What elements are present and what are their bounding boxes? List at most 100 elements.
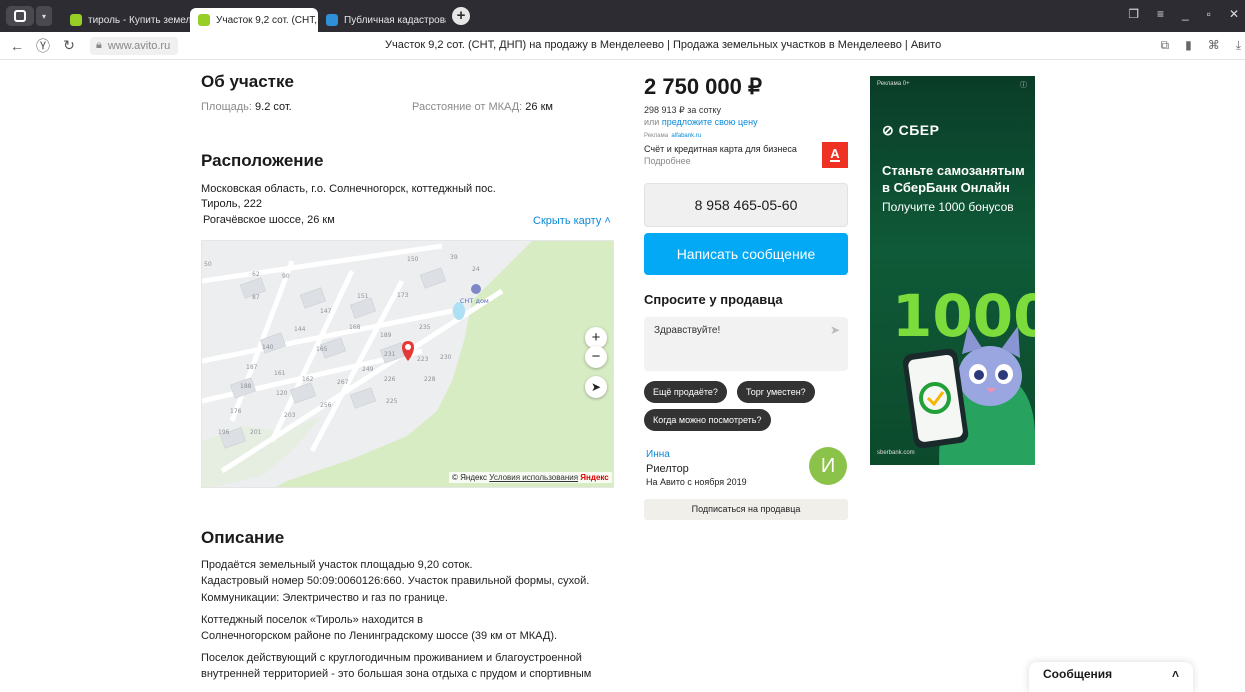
- tab-tirol-search[interactable]: тироль - Купить земельный: [62, 8, 190, 32]
- ask-seller-input[interactable]: Здравствуйте! ➤: [644, 317, 848, 371]
- tab-label: тироль - Купить земельный: [88, 14, 190, 26]
- description-line: внутренней территорией - это большая зон…: [201, 668, 592, 680]
- tab-dropdown-icon[interactable]: ▾: [36, 6, 52, 26]
- info-icon[interactable]: ⓘ: [1020, 80, 1027, 90]
- hide-map-link[interactable]: Скрыть карту ˄: [533, 215, 611, 227]
- svg-text:90: 90: [282, 273, 290, 280]
- svg-text:50: 50: [204, 261, 212, 268]
- close-window-icon[interactable]: ✕: [1229, 7, 1239, 21]
- svg-text:39: 39: [450, 254, 458, 261]
- chip-bargain[interactable]: Торг уместен?: [737, 381, 815, 403]
- seller-name-link[interactable]: Инна: [646, 449, 670, 460]
- distance-label: Расстояние от МКАД:: [412, 101, 523, 113]
- lock-icon: 🔒︎: [96, 39, 102, 51]
- write-message-button[interactable]: Написать сообщение: [644, 233, 848, 275]
- send-icon[interactable]: ➤: [830, 323, 840, 337]
- address-bar-actions: ⧉ ▮ ⌘ ⤓: [1161, 38, 1242, 53]
- description-line: Поселок действующий с круглогодичным про…: [201, 652, 582, 664]
- offer-price: или предложите свою цену: [644, 117, 758, 127]
- page-content: Об участке Площадь: 9.2 сот. Расстояние …: [0, 60, 1245, 692]
- svg-text:223: 223: [417, 356, 429, 363]
- subscribe-button[interactable]: Подписаться на продавца: [644, 499, 848, 520]
- map[interactable]: 50 62 90 87 147 151 173 144 168 189 235 …: [201, 240, 614, 488]
- chip-still-selling[interactable]: Ещё продаёте?: [644, 381, 727, 403]
- ad-more-link[interactable]: Подробнее: [644, 156, 691, 166]
- sber-ad-banner[interactable]: Реклама 0+ ⓘ ⊘ СБЕР Станьте самозанятым …: [870, 76, 1035, 465]
- new-tab-button[interactable]: +: [452, 7, 470, 25]
- url-field[interactable]: 🔒︎ www.avito.ru: [90, 36, 179, 55]
- sber-check-icon: ⊘: [882, 122, 895, 138]
- svg-text:168: 168: [349, 324, 361, 331]
- tab-label: Публичная кадастровая к: [344, 14, 446, 26]
- minimize-icon[interactable]: _: [1182, 7, 1189, 21]
- svg-text:176: 176: [230, 408, 242, 415]
- avito-favicon-icon: [70, 14, 82, 26]
- address-line-2: Тироль, 222: [201, 198, 262, 210]
- seller-role: Риелтор: [646, 463, 689, 475]
- geolocate-button[interactable]: ➤: [585, 376, 607, 398]
- bookmark-icon[interactable]: ▮: [1185, 38, 1192, 53]
- restore-icon[interactable]: ▫: [1207, 7, 1211, 21]
- banner-ad-tag: Реклама 0+: [877, 81, 910, 87]
- reload-icon[interactable]: ↻: [56, 37, 82, 54]
- chevron-up-icon[interactable]: ˄: [1172, 667, 1179, 687]
- area-value: 9.2 сот.: [255, 101, 292, 113]
- svg-text:120: 120: [276, 390, 288, 397]
- svg-text:267: 267: [337, 379, 349, 386]
- tabs-icon[interactable]: ⧉: [1161, 38, 1170, 53]
- ad-label: Реклама alfabank.ru: [644, 133, 701, 139]
- ad-text[interactable]: Счёт и кредитная карта для бизнеса: [644, 144, 797, 154]
- svg-text:235: 235: [419, 324, 431, 331]
- tab-uchastok[interactable]: Участок 9,2 сот. (СНТ, Д ✕: [190, 8, 318, 32]
- tab-cadastral-map[interactable]: Публичная кадастровая к: [318, 8, 446, 32]
- map-favicon-icon: [326, 14, 338, 26]
- phone-button[interactable]: 8 958 465-05-60: [644, 183, 848, 227]
- ad-domain[interactable]: alfabank.ru: [671, 133, 701, 139]
- svg-text:165: 165: [316, 346, 328, 353]
- download-icon[interactable]: ⤓: [1236, 38, 1241, 53]
- svg-text:173: 173: [397, 292, 409, 299]
- description-line: Коттеджный поселок «Тироль» находится в: [201, 614, 424, 626]
- map-terms-link[interactable]: Условия использования: [489, 473, 578, 482]
- offer-prefix: или: [644, 117, 660, 127]
- menu-icon[interactable]: ≡: [1157, 7, 1164, 21]
- banner-subline: Получите 1000 бонусов: [882, 200, 1014, 214]
- svg-text:256: 256: [320, 402, 332, 409]
- hide-map-label: Скрыть карту: [533, 215, 602, 227]
- map-brand: Яндекс: [580, 473, 609, 482]
- yandex-icon[interactable]: Ⓨ: [30, 36, 56, 56]
- svg-text:150: 150: [407, 256, 419, 263]
- description-line: Коммуникации: Электричество и газ по гра…: [201, 592, 448, 604]
- area-field: Площадь: 9.2 сот.: [201, 101, 292, 113]
- alfa-letter: А: [830, 146, 840, 161]
- svg-text:231: 231: [384, 351, 396, 358]
- map-snt-label: СНТ дом: [460, 297, 489, 305]
- zoom-out-button[interactable]: −: [585, 346, 607, 368]
- messages-panel[interactable]: Сообщения ˄: [1029, 662, 1193, 692]
- extensions-icon[interactable]: ⌘: [1208, 38, 1220, 53]
- svg-text:201: 201: [250, 429, 262, 436]
- svg-text:230: 230: [440, 354, 452, 361]
- map-attribution: © Яндекс Условия использования Яндекс: [449, 472, 612, 483]
- area-label: Площадь:: [201, 101, 252, 113]
- description-line: Кадастровый номер 50:09:0060126:660. Уча…: [201, 575, 590, 587]
- browser-menu-button[interactable]: [6, 6, 34, 26]
- alfabank-logo-icon[interactable]: А: [822, 142, 848, 168]
- collections-icon[interactable]: ❐: [1128, 7, 1139, 21]
- distance-field: Расстояние от МКАД: 26 км: [412, 101, 553, 113]
- description-title: Описание: [201, 528, 285, 547]
- chip-when-view[interactable]: Когда можно посмотреть?: [644, 409, 771, 431]
- banner-domain: sberbank.com: [877, 450, 915, 456]
- price: 2 750 000 ₽: [644, 74, 762, 99]
- tab-label: Участок 9,2 сот. (СНТ, Д: [216, 14, 318, 26]
- avito-favicon-icon: [198, 14, 210, 26]
- url-text: www.avito.ru: [107, 39, 171, 52]
- messages-label: Сообщения: [1043, 667, 1113, 681]
- svg-text:196: 196: [218, 429, 230, 436]
- highway-text: Рогачёвское шоссе, 26 км: [203, 214, 335, 226]
- back-arrow-icon[interactable]: ←: [4, 38, 30, 54]
- avatar[interactable]: И: [809, 447, 847, 485]
- offer-price-link[interactable]: предложите свою цену: [662, 117, 758, 127]
- svg-text:24: 24: [472, 266, 480, 273]
- sber-logo-text: СБЕР: [898, 122, 940, 138]
